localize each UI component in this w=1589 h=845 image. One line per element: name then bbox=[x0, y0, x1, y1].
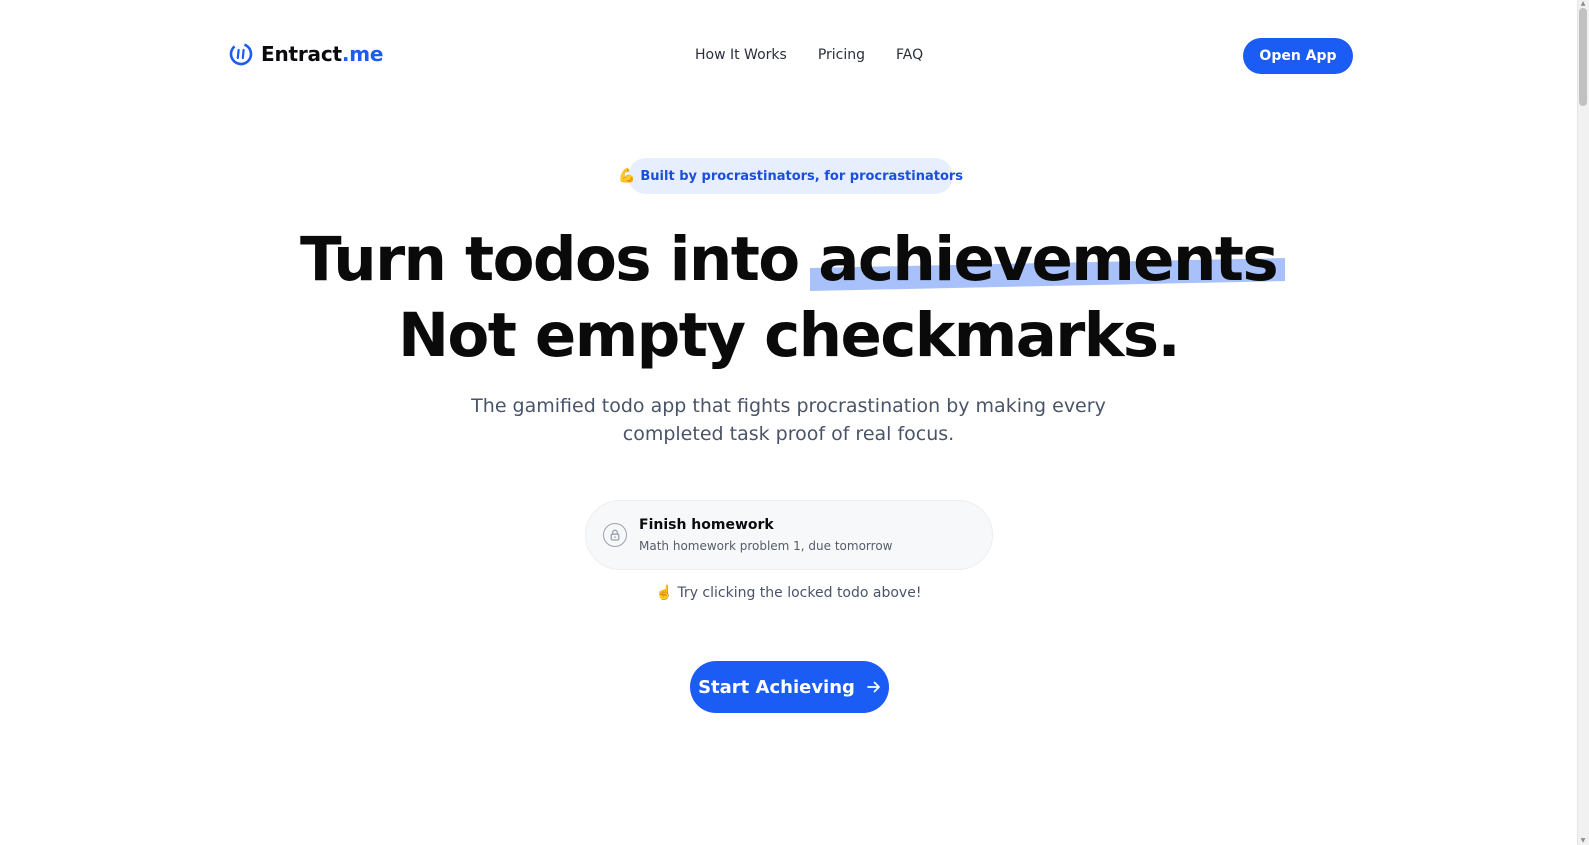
landing-page: Entract.me How It Works Pricing FAQ Open… bbox=[0, 0, 1589, 845]
logo-icon bbox=[229, 42, 253, 66]
site-header: Entract.me How It Works Pricing FAQ Open… bbox=[229, 38, 1353, 74]
open-app-button[interactable]: Open App bbox=[1243, 38, 1353, 74]
locked-todo-card[interactable]: Finish homework Math homework problem 1,… bbox=[585, 500, 993, 570]
hero-headline: Turn todos into achievements Not empty c… bbox=[0, 222, 1577, 374]
pointing-up-icon: ☝️ bbox=[655, 585, 673, 601]
logo[interactable]: Entract.me bbox=[229, 42, 383, 66]
scroll-up-icon[interactable]: ▲ bbox=[1579, 1, 1587, 7]
tagline-badge: 💪 Built by procrastinators, for procrast… bbox=[618, 158, 963, 194]
headline-prefix: Turn todos into bbox=[299, 224, 819, 295]
nav-link-faq[interactable]: FAQ bbox=[896, 47, 923, 63]
badge-text: Built by procrastinators, for procrastin… bbox=[640, 168, 964, 184]
arrow-right-icon bbox=[867, 681, 880, 693]
start-achieving-button[interactable]: Start Achieving bbox=[690, 661, 889, 713]
todo-title: Finish homework bbox=[639, 517, 774, 533]
lock-icon bbox=[603, 523, 627, 547]
headline-highlight: achievements bbox=[810, 222, 1286, 298]
flexed-biceps-icon: 💪 bbox=[617, 168, 636, 184]
scrollbar-thumb[interactable] bbox=[1579, 8, 1587, 106]
todo-description: Math homework problem 1, due tomorrow bbox=[639, 539, 893, 553]
hint-text: Try clicking the locked todo above! bbox=[677, 585, 922, 601]
hero-subtitle: The gamified todo app that fights procra… bbox=[471, 395, 1106, 445]
headline-line-1: Turn todos into achievements bbox=[0, 222, 1577, 298]
scroll-down-icon[interactable]: ▼ bbox=[1579, 838, 1587, 844]
headline-line-2: Not empty checkmarks. bbox=[397, 300, 1181, 371]
cta-label: Start Achieving bbox=[698, 676, 855, 698]
logo-wordmark: Entract.me bbox=[261, 42, 384, 66]
nav-link-how-it-works[interactable]: How It Works bbox=[695, 47, 787, 63]
scrollbar[interactable]: ▲ ▼ bbox=[1577, 0, 1589, 845]
try-hint: ☝️ Try clicking the locked todo above! bbox=[0, 585, 1577, 601]
nav-link-pricing[interactable]: Pricing bbox=[818, 47, 865, 63]
main-nav: How It Works Pricing FAQ bbox=[695, 47, 923, 63]
